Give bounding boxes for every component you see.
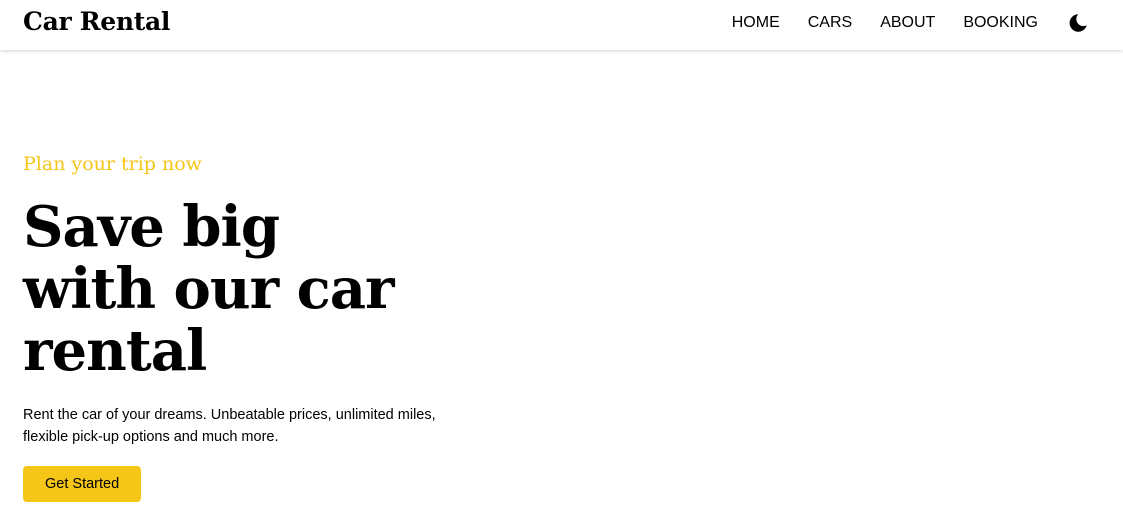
hero-headline-line: with our car	[23, 256, 395, 322]
hero-headline-line: rental	[23, 318, 207, 384]
nav-link-booking[interactable]: BOOKING	[963, 14, 1038, 31]
nav-link-home[interactable]: HOME	[732, 14, 780, 31]
hero-headline-line: Save big	[23, 194, 280, 260]
brand-logo[interactable]: Car Rental	[23, 6, 170, 38]
navbar: Car Rental HOME CARS ABOUT BOOKING	[0, 0, 1123, 50]
nav-link-cars[interactable]: CARS	[808, 14, 852, 31]
moon-icon[interactable]	[1067, 12, 1089, 34]
hero-section: Plan your trip now Save big with our car…	[23, 150, 483, 502]
hero-eyebrow: Plan your trip now	[23, 153, 202, 175]
nav-link-about[interactable]: ABOUT	[880, 14, 935, 31]
hero-headline: Save big with our car rental	[23, 196, 483, 382]
get-started-button[interactable]: Get Started	[23, 466, 142, 502]
nav-links: HOME CARS ABOUT BOOKING	[732, 13, 1038, 33]
hero-description: Rent the car of your dreams. Unbeatable …	[23, 407, 436, 445]
